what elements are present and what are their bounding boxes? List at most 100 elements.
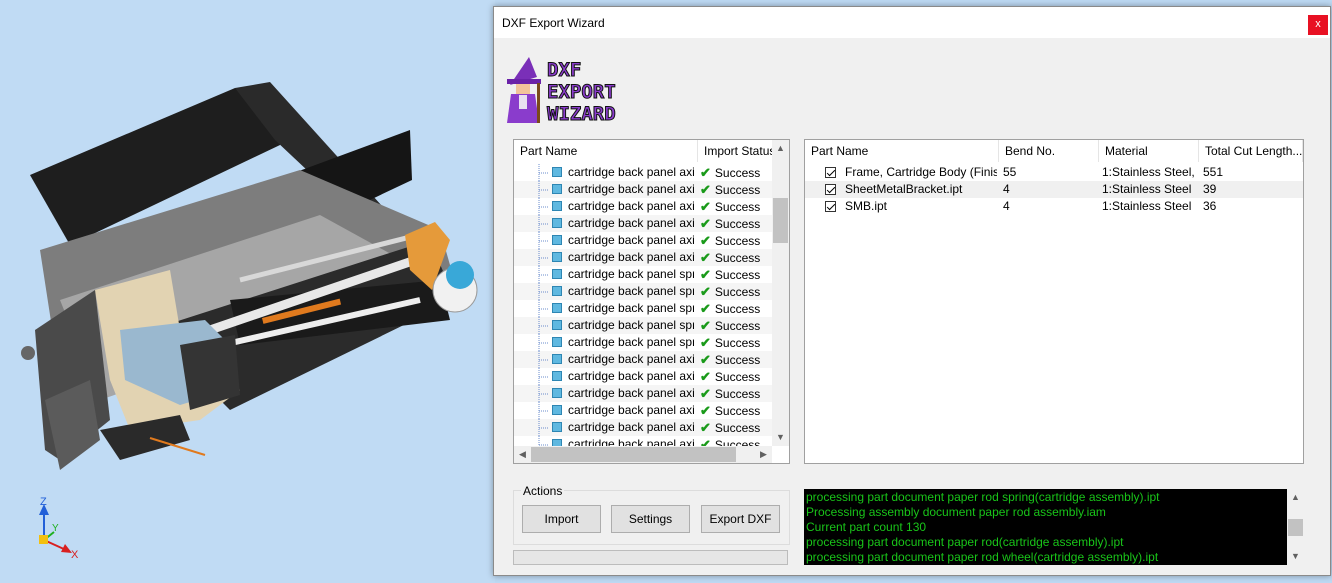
part-cube-icon <box>552 422 562 432</box>
tree-connector-icon <box>538 164 549 181</box>
sheet-metal-parts-table[interactable]: Part Name Bend No. Material Total Cut Le… <box>804 139 1304 464</box>
part-cube-icon <box>552 286 562 296</box>
import-list-item[interactable]: cartridge back panel spri... ✔Success <box>514 300 772 317</box>
import-status: Success <box>714 319 761 333</box>
import-list-item[interactable]: cartridge back panel axi... ✔ Success <box>514 232 772 249</box>
import-status-list[interactable]: Part Name Import Status cartridge back p… <box>513 139 790 464</box>
scroll-up-icon[interactable]: ▲ <box>772 140 789 157</box>
tree-connector-icon <box>538 283 549 300</box>
log-line: processing part document paper rod wheel… <box>806 550 1159 564</box>
import-list-item[interactable]: cartridge back panel axi... ✔ Success <box>514 419 772 436</box>
import-status: Success <box>714 404 761 418</box>
success-check-icon: ✔ <box>700 250 711 265</box>
import-list-item[interactable]: cartridge back panel spri... ✔Success <box>514 334 772 351</box>
import-part-name: cartridge back panel axi... <box>568 352 694 366</box>
import-status: Success <box>714 336 761 350</box>
bend-count-cell: 4 <box>1003 182 1010 196</box>
column-header-bend-no[interactable]: Bend No. <box>999 140 1099 162</box>
column-header-material[interactable]: Material <box>1099 140 1199 162</box>
cad-viewport[interactable]: Z Y X <box>0 0 495 583</box>
tree-connector-icon <box>538 232 549 249</box>
import-status: Success <box>714 302 761 316</box>
log-line: processing part document paper rod(cartr… <box>806 535 1124 549</box>
import-list-item[interactable]: cartridge back panel axi... ✔ Success <box>514 249 772 266</box>
success-check-icon: ✔ <box>700 301 711 316</box>
scroll-down-icon[interactable]: ▼ <box>1287 548 1304 565</box>
cut-length-cell: 39 <box>1203 182 1217 196</box>
import-status: Success <box>714 370 761 384</box>
import-list-item[interactable]: cartridge back panel axi... ✔ Success <box>514 215 772 232</box>
success-check-icon: ✔ <box>700 182 711 197</box>
column-header-total-cut-length[interactable]: Total Cut Length... <box>1199 140 1303 162</box>
import-status: Success <box>714 387 761 401</box>
import-list-item[interactable]: cartridge back panel axi... ✔ Success <box>514 402 772 419</box>
success-check-icon: ✔ <box>700 267 711 282</box>
success-check-icon: ✔ <box>700 165 711 180</box>
export-dxf-button[interactable]: Export DXF <box>701 505 780 533</box>
bend-count-cell: 55 <box>1003 165 1017 179</box>
success-check-icon: ✔ <box>700 420 711 435</box>
close-button[interactable]: x <box>1308 15 1328 35</box>
import-button[interactable]: Import <box>522 505 601 533</box>
log-line: Current part count 130 <box>806 520 927 534</box>
import-list-item[interactable]: cartridge back panel axi... ✔ Success <box>514 351 772 368</box>
tree-connector-icon <box>538 215 549 232</box>
import-list-item[interactable]: cartridge back panel axi... ✔ Success <box>514 198 772 215</box>
log-scroll-thumb[interactable] <box>1288 519 1303 536</box>
part-cube-icon <box>552 235 562 245</box>
tree-connector-icon <box>538 334 549 351</box>
material-cell: 1:Stainless Steel, ... <box>1102 165 1198 179</box>
log-output[interactable]: processing part document paper rod sprin… <box>804 489 1287 565</box>
parts-table-row[interactable]: Frame, Cartridge Body (Finish... 55 1:Stai… <box>805 164 1303 181</box>
column-header-import-status[interactable]: Import Status <box>698 140 773 162</box>
parts-table-row[interactable]: SheetMetalBracket.ipt 4 1:Stainless Steel 3… <box>805 181 1303 198</box>
scroll-left-icon[interactable]: ◀ <box>514 446 531 463</box>
import-list-item[interactable]: cartridge back panel axi... ✔ Success <box>514 368 772 385</box>
import-status: Success <box>714 200 761 214</box>
scroll-down-icon[interactable]: ▼ <box>772 429 789 446</box>
part-cube-icon <box>552 371 562 381</box>
success-check-icon: ✔ <box>700 233 711 248</box>
success-check-icon: ✔ <box>700 199 711 214</box>
include-part-checkbox[interactable] <box>825 184 836 195</box>
success-check-icon: ✔ <box>700 403 711 418</box>
import-list-item[interactable]: cartridge back panel spri... ✔Success <box>514 266 772 283</box>
part-cube-icon <box>552 405 562 415</box>
tree-connector-icon <box>538 300 549 317</box>
column-header-part-name[interactable]: Part Name <box>805 140 999 162</box>
success-check-icon: ✔ <box>700 284 711 299</box>
import-part-name: cartridge back panel axi... <box>568 233 694 247</box>
import-status: Success <box>714 251 761 265</box>
settings-button[interactable]: Settings <box>611 505 690 533</box>
material-cell: 1:Stainless Steel <box>1102 182 1192 196</box>
scroll-right-icon[interactable]: ▶ <box>755 446 772 463</box>
part-name-cell: SheetMetalBracket.ipt <box>845 182 963 196</box>
column-header-part-name[interactable]: Part Name <box>514 140 698 162</box>
title-bar[interactable]: DXF Export Wizard x <box>494 7 1330 38</box>
scroll-thumb[interactable] <box>773 198 788 243</box>
log-line: Processing assembly document paper rod a… <box>806 505 1106 519</box>
import-list-vscrollbar[interactable]: ▲ ▼ <box>772 140 789 446</box>
log-scrollbar[interactable]: ▲ ▼ <box>1287 489 1304 565</box>
import-part-name: cartridge back panel spri... <box>568 335 694 349</box>
part-cube-icon <box>552 252 562 262</box>
import-list-item[interactable]: cartridge back panel axi... ✔ Success <box>514 385 772 402</box>
tree-connector-icon <box>538 317 549 334</box>
include-part-checkbox[interactable] <box>825 201 836 212</box>
part-cube-icon <box>552 269 562 279</box>
import-list-item[interactable]: cartridge back panel spri... ✔Success <box>514 317 772 334</box>
hscroll-thumb[interactable] <box>531 447 736 462</box>
tree-connector-icon <box>538 249 549 266</box>
import-list-item[interactable]: cartridge back panel axi... ✔ Success <box>514 164 772 181</box>
import-part-name: cartridge back panel axi... <box>568 250 694 264</box>
success-check-icon: ✔ <box>700 386 711 401</box>
import-list-hscrollbar[interactable]: ◀ ▶ <box>514 446 772 463</box>
import-list-item[interactable]: cartridge back panel spri... ✔Success <box>514 283 772 300</box>
scroll-up-icon[interactable]: ▲ <box>1287 489 1304 506</box>
import-list-item[interactable]: cartridge back panel axi... ✔ Success <box>514 181 772 198</box>
parts-table-row[interactable]: SMB.ipt 4 1:Stainless Steel 36 <box>805 198 1303 215</box>
include-part-checkbox[interactable] <box>825 167 836 178</box>
actions-group-label: Actions <box>521 484 565 498</box>
triad-z-label: Z <box>40 496 47 508</box>
triad-y-label: Y <box>52 523 59 534</box>
